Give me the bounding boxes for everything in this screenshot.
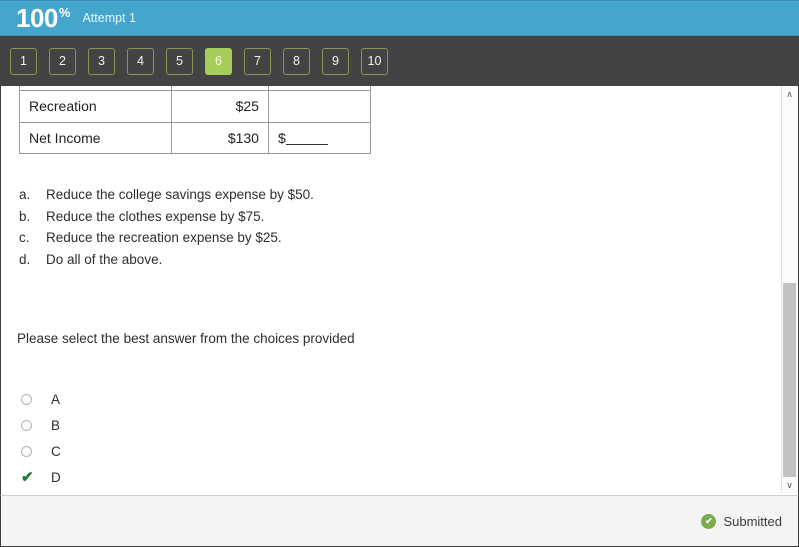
budget-row-blank: $: [267, 121, 371, 154]
vertical-scrollbar[interactable]: ∧ ∨: [781, 86, 797, 493]
choice-letter: d.: [19, 251, 31, 267]
radio-circle-icon[interactable]: [21, 445, 32, 457]
answer-option-d[interactable]: ✔ D: [21, 464, 61, 490]
answer-option-b[interactable]: B: [21, 412, 61, 438]
submitted-status: ✔ Submitted: [701, 513, 782, 529]
attempt-label: Attempt 1: [82, 10, 136, 25]
footer-status-bar: ✔ Submitted: [0, 495, 799, 547]
answer-option-label: C: [51, 443, 61, 459]
answer-radio-group: A B C ✔ D: [21, 386, 61, 490]
choice-letter: a.: [19, 187, 31, 202]
answer-option-label: B: [51, 417, 61, 433]
question-tab-8[interactable]: 8: [283, 47, 310, 75]
scroll-down-arrow-icon[interactable]: ∨: [782, 477, 797, 493]
choice-item: b. Reduce the clothes expense by $75.: [19, 206, 639, 228]
question-tab-10[interactable]: 10: [361, 47, 388, 75]
choice-letter: b.: [19, 208, 31, 224]
score-header: 100 % Attempt 1: [0, 0, 799, 36]
choice-text: Reduce the recreation expense by $25.: [46, 230, 282, 245]
radio-circle-icon[interactable]: [21, 393, 32, 405]
scroll-up-arrow-icon[interactable]: ∧: [782, 86, 797, 102]
question-tab-6[interactable]: 6: [205, 47, 232, 75]
question-tab-9[interactable]: 9: [322, 47, 349, 75]
answer-option-c[interactable]: C: [21, 438, 61, 464]
radio-button-icon[interactable]: [21, 393, 43, 405]
score-percent-value: 100: [16, 3, 58, 33]
choice-letter: c.: [19, 230, 30, 245]
choice-text: Reduce the clothes expense by $75.: [46, 208, 265, 224]
question-tab-1[interactable]: 1: [10, 47, 37, 75]
answer-option-label: D: [51, 469, 61, 485]
budget-row-amount: $130: [171, 121, 269, 154]
question-tab-2[interactable]: 2: [49, 47, 76, 75]
check-icon: ✔: [21, 468, 34, 486]
choice-item: d. Do all of the above.: [19, 249, 639, 271]
choice-text: Do all of the above.: [46, 251, 163, 267]
choice-item: a. Reduce the college savings expense by …: [19, 184, 639, 206]
scrollbar-thumb[interactable]: [783, 283, 796, 478]
radio-button-icon[interactable]: [21, 419, 43, 431]
submitted-check-icon: ✔: [701, 513, 717, 529]
table-row: Recreation $25: [19, 90, 371, 123]
radio-button-icon[interactable]: [21, 445, 43, 457]
budget-table-container: $75$Recreation$25Net Income$130$: [19, 86, 371, 167]
score-percent-sign: %: [58, 4, 71, 20]
budget-row-label: Recreation: [19, 90, 173, 123]
budget-table-body: $75$Recreation$25Net Income$130$: [19, 86, 371, 154]
question-tab-strip: 1 2 3 4 5 6 7 8 9 10: [0, 36, 799, 86]
budget-table: $75$Recreation$25Net Income$130$: [19, 86, 371, 154]
question-content-frame: $75$Recreation$25Net Income$130$ a.Reduc…: [0, 86, 799, 495]
question-tab-3[interactable]: 3: [88, 47, 115, 75]
table-row: Net Income $130 $: [19, 121, 371, 154]
submitted-label: Submitted: [723, 513, 782, 529]
budget-row-label: Net Income: [19, 121, 173, 154]
choice-text: Reduce the college savings expense by $5…: [46, 187, 314, 202]
radio-circle-icon[interactable]: [21, 419, 32, 431]
answer-option-a[interactable]: A: [21, 386, 61, 412]
blank-currency-prefix: $: [277, 129, 286, 146]
choice-item: c. Reduce the recreation expense by $25.: [19, 227, 639, 249]
question-tab-5[interactable]: 5: [166, 47, 193, 75]
answer-option-label: A: [51, 391, 61, 407]
question-scroll-area: $75$Recreation$25Net Income$130$ a.Reduc…: [1, 86, 783, 495]
choice-list: a. Reduce the college savings expense by …: [19, 184, 639, 270]
question-tab-4[interactable]: 4: [127, 47, 154, 75]
instruction-text: Please select the best answer from the c…: [17, 331, 355, 346]
budget-row-amount: $25: [171, 90, 269, 123]
submitted-check-glyph: ✔: [705, 515, 713, 526]
question-tab-7[interactable]: 7: [244, 47, 271, 75]
answer-selected-check-icon[interactable]: ✔: [21, 470, 43, 485]
blank-underline: [285, 132, 328, 145]
budget-row-blank: [267, 90, 371, 123]
